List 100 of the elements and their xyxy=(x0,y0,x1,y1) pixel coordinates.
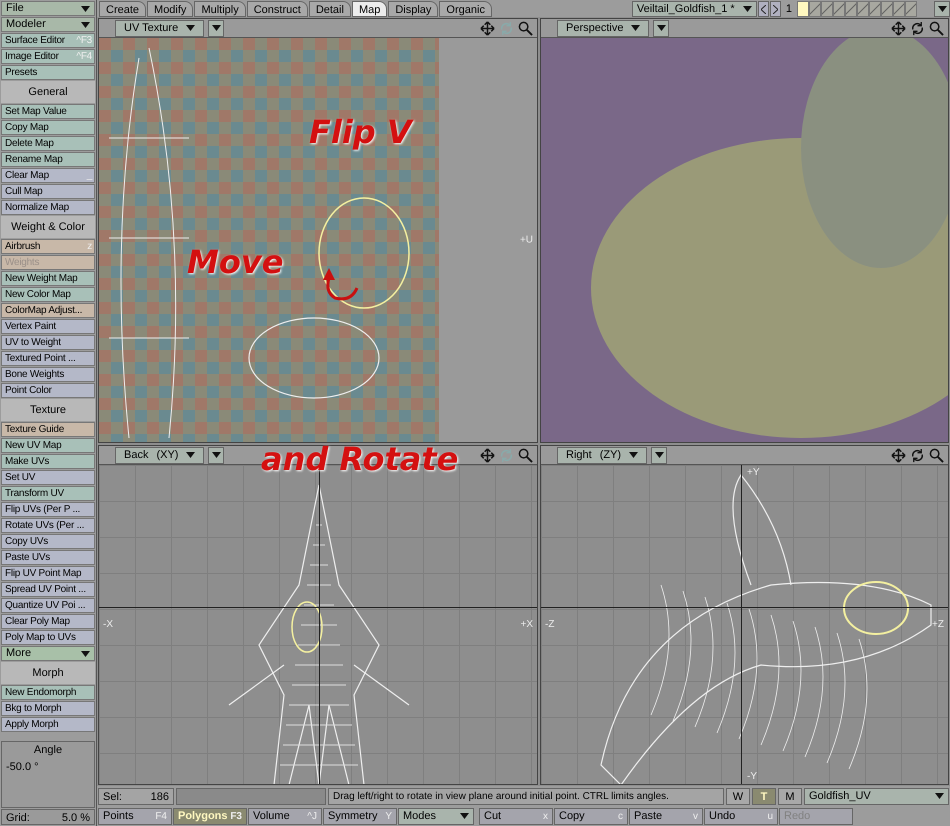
tool-button[interactable]: Flip UVs (Per P ... xyxy=(1,502,95,517)
layer-toggle[interactable] xyxy=(833,1,845,17)
caret-icon xyxy=(212,452,221,458)
tool-button[interactable]: New Endomorph xyxy=(1,685,95,700)
toolbar-button[interactable]: Copy c xyxy=(554,808,628,824)
toolbar-button[interactable]: Volume ^J xyxy=(248,808,322,824)
map-mode-button[interactable]: M xyxy=(778,788,802,804)
tool-button[interactable]: Vertex Paint xyxy=(1,319,95,334)
view-type-dropdown[interactable]: Back (XY) xyxy=(115,446,204,464)
next-button[interactable] xyxy=(770,1,781,17)
layer-toggle[interactable] xyxy=(809,1,821,17)
tab[interactable]: Detail xyxy=(308,1,351,17)
layer-toggle[interactable] xyxy=(797,1,809,17)
viewport-panel[interactable]: Right (ZY) +Y -Z +Z -Y xyxy=(540,445,949,785)
tool-button[interactable]: UV to Weight xyxy=(1,335,95,350)
viewport-panel[interactable]: Perspective xyxy=(540,18,949,443)
tool-button[interactable]: Copy UVs xyxy=(1,534,95,549)
tool-button[interactable]: Spread UV Point ... xyxy=(1,582,95,597)
view-type-dropdown[interactable]: UV Texture xyxy=(115,20,204,36)
layer-toggle[interactable] xyxy=(905,1,917,17)
move-icon[interactable] xyxy=(480,20,495,36)
map-mode-button[interactable]: W xyxy=(726,788,750,804)
tool-button[interactable]: ColorMap Adjust... xyxy=(1,303,95,318)
layer-menu-dropdown[interactable] xyxy=(934,1,950,17)
tool-button[interactable]: Flip UV Point Map xyxy=(1,566,95,581)
caret-icon xyxy=(656,25,666,31)
tool-button[interactable]: Airbrush z xyxy=(1,239,95,254)
tab[interactable]: Create xyxy=(99,1,146,17)
layer-toggle[interactable] xyxy=(893,1,905,17)
tool-button[interactable]: Surface Editor ^F3 xyxy=(1,33,95,48)
menu-dropdown[interactable]: File xyxy=(1,1,95,16)
zoom-icon[interactable] xyxy=(929,20,944,36)
modes-dropdown[interactable]: Modes xyxy=(398,808,474,824)
tool-button[interactable]: Textured Point ... xyxy=(1,351,95,366)
layer-toggle[interactable] xyxy=(881,1,893,17)
object-dropdown[interactable]: Veiltail_Goldfish_1 * xyxy=(632,1,757,17)
layer-toggle[interactable] xyxy=(845,1,857,17)
tool-button[interactable]: Presets xyxy=(1,65,95,80)
view-options-dropdown[interactable] xyxy=(208,446,224,464)
axis-label: -Z xyxy=(545,618,554,632)
tab[interactable]: Multiply xyxy=(194,1,246,17)
tool-button[interactable]: Set Map Value xyxy=(1,104,95,119)
vertex-map-dropdown[interactable]: Goldfish_UV xyxy=(804,788,949,804)
tool-button[interactable]: Quantize UV Poi ... xyxy=(1,598,95,613)
toolbar-button[interactable]: Cut x xyxy=(479,808,553,824)
toolbar-button[interactable]: Paste v xyxy=(629,808,703,824)
more-dropdown[interactable]: More xyxy=(1,646,95,661)
tool-button[interactable]: Delete Map xyxy=(1,136,95,151)
tab[interactable]: Organic xyxy=(439,1,492,17)
view-options-dropdown[interactable] xyxy=(651,446,668,464)
tab[interactable]: Map xyxy=(352,1,388,17)
tool-button[interactable]: Clear Map _ xyxy=(1,168,95,183)
tool-button[interactable]: Copy Map xyxy=(1,120,95,135)
tool-button[interactable]: Clear Poly Map xyxy=(1,614,95,629)
tool-button[interactable]: Apply Morph xyxy=(1,717,95,732)
tool-button[interactable]: Transform UV xyxy=(1,486,95,501)
tool-button[interactable]: Texture Guide xyxy=(1,422,95,437)
tab[interactable]: Construct xyxy=(246,1,308,17)
view-options-dropdown[interactable] xyxy=(208,20,224,36)
caret-icon xyxy=(742,6,752,12)
move-icon[interactable] xyxy=(480,448,495,462)
zoom-icon[interactable] xyxy=(518,448,533,462)
rotate-icon[interactable] xyxy=(910,20,925,36)
menu-dropdown[interactable]: Modeler xyxy=(1,17,95,32)
tool-button[interactable]: New UV Map xyxy=(1,438,95,453)
tool-button[interactable]: New Weight Map xyxy=(1,271,95,286)
tool-button[interactable]: Rename Map xyxy=(1,152,95,167)
layer-toggle[interactable] xyxy=(869,1,881,17)
tool-button[interactable]: Cull Map xyxy=(1,184,95,199)
tool-button[interactable]: Paste UVs xyxy=(1,550,95,565)
previous-button[interactable] xyxy=(758,1,769,17)
toolbar-button[interactable]: Undo u xyxy=(704,808,778,824)
layer-toggle[interactable] xyxy=(821,1,833,17)
move-icon[interactable] xyxy=(891,448,906,462)
view-type-dropdown[interactable]: Right (ZY) xyxy=(557,446,648,464)
toolbar-button[interactable]: Symmetry Y xyxy=(323,808,397,824)
angle-value[interactable]: -50.0 ° xyxy=(6,758,90,775)
caret-icon xyxy=(81,6,90,12)
view-options-dropdown[interactable] xyxy=(653,20,670,36)
tab[interactable]: Modify xyxy=(147,1,194,17)
tool-button[interactable]: Normalize Map xyxy=(1,200,95,215)
layer-toggle[interactable] xyxy=(857,1,869,17)
move-icon[interactable] xyxy=(891,20,906,36)
zoom-icon[interactable] xyxy=(929,448,944,462)
tool-button[interactable]: Poly Map to UVs xyxy=(1,630,95,645)
zoom-icon[interactable] xyxy=(518,20,533,36)
view-type-dropdown[interactable]: Perspective xyxy=(557,20,650,36)
tool-button[interactable]: Point Color xyxy=(1,383,95,398)
toolbar-button[interactable]: Points F4 xyxy=(98,808,172,824)
tool-button[interactable]: Bkg to Morph xyxy=(1,701,95,716)
tool-button[interactable]: Make UVs xyxy=(1,454,95,469)
tool-button[interactable]: Bone Weights xyxy=(1,367,95,382)
viewport-panel[interactable]: Back (XY) and Rotate -X +X xyxy=(98,445,538,785)
tool-button[interactable]: Rotate UVs (Per ... xyxy=(1,518,95,533)
tool-button[interactable]: Set UV xyxy=(1,470,95,485)
viewport-panel[interactable]: UV Texture +U Flip V Move xyxy=(98,18,538,443)
tab[interactable]: Display xyxy=(388,1,438,17)
tool-button[interactable]: New Color Map xyxy=(1,287,95,302)
tool-button[interactable]: Image Editor ^F4 xyxy=(1,49,95,64)
rotate-icon[interactable] xyxy=(910,448,925,462)
